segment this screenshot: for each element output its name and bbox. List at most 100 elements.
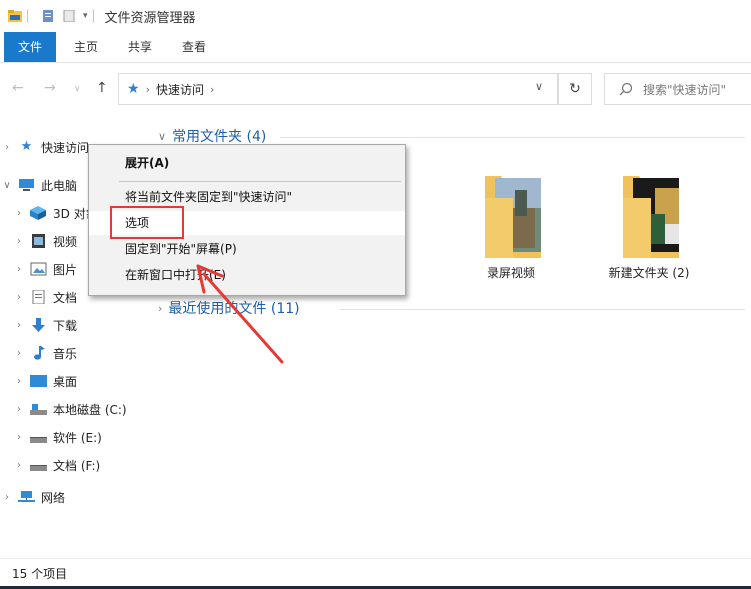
- drive-icon: [30, 465, 47, 471]
- chevron-right-icon[interactable]: ›: [12, 320, 26, 331]
- chevron-right-icon[interactable]: ›: [12, 376, 26, 387]
- sidebar-item-music[interactable]: › 音乐: [12, 340, 77, 366]
- pictures-icon: [30, 262, 47, 276]
- title-separator: [27, 9, 28, 23]
- sidebar-item-3d-objects[interactable]: › 3D 对象: [12, 200, 98, 226]
- ribbon-tabs: 文件 主页 共享 查看: [0, 32, 751, 63]
- title-bar: ▾ 文件资源管理器: [0, 0, 751, 32]
- breadcrumb-chevron-icon[interactable]: ›: [146, 83, 150, 96]
- chevron-right-icon[interactable]: ›: [158, 302, 162, 315]
- folder-with-preview-icon: [623, 176, 679, 258]
- sidebar-item-pictures[interactable]: › 图片: [12, 256, 77, 282]
- sidebar-item-label: 文档: [53, 290, 78, 305]
- chevron-right-icon[interactable]: ›: [12, 208, 26, 219]
- folder-app-icon: [8, 10, 22, 22]
- sidebar-item-label: 桌面: [53, 374, 78, 389]
- group-divider: [280, 137, 745, 138]
- address-bar[interactable]: ★ › 快速访问 › ∨: [118, 73, 558, 105]
- search-placeholder: 搜索"快速访问": [643, 82, 727, 97]
- folder-tile[interactable]: 新建文件夹 (2): [594, 168, 704, 281]
- sidebar-item-videos[interactable]: › 视频: [12, 228, 77, 254]
- highlight-box: [110, 206, 184, 239]
- network-icon: [18, 491, 35, 502]
- menu-item-expand[interactable]: 展开(A): [89, 151, 405, 175]
- back-arrow-icon[interactable]: ←: [12, 80, 24, 96]
- folder-label: 录屏视频: [486, 266, 535, 280]
- search-icon: [619, 82, 633, 96]
- menu-separator: [119, 181, 401, 182]
- title-separator: [92, 9, 94, 23]
- sidebar-item-desktop[interactable]: › 桌面: [12, 368, 77, 394]
- documents-icon: [32, 290, 45, 304]
- sidebar-item-network[interactable]: › 网络: [0, 484, 65, 510]
- tab-file[interactable]: 文件: [4, 32, 57, 62]
- group-header-frequent-folders[interactable]: ∨ 常用文件夹 (4): [158, 126, 266, 146]
- star-icon: ★: [20, 139, 33, 154]
- chevron-down-icon[interactable]: ∨: [0, 180, 14, 191]
- folder-label: 新建文件夹 (2): [608, 266, 690, 280]
- sidebar-item-drive-c[interactable]: › 本地磁盘 (C:): [12, 396, 127, 422]
- sidebar-item-quick-access[interactable]: › ★ 快速访问: [0, 134, 89, 160]
- chevron-right-icon[interactable]: ›: [0, 142, 14, 153]
- chevron-right-icon[interactable]: ›: [12, 432, 26, 443]
- tab-view[interactable]: 查看: [170, 32, 218, 62]
- drive-icon: [30, 404, 47, 415]
- sidebar-item-label: 视频: [53, 234, 78, 249]
- sidebar-item-label: 软件 (E:): [53, 430, 102, 445]
- sidebar-item-label: 快速访问: [41, 140, 90, 155]
- sidebar-item-documents[interactable]: › 文档: [12, 284, 77, 310]
- status-bar: 15 个项目: [0, 558, 751, 589]
- sidebar-item-label: 本地磁盘 (C:): [53, 402, 127, 417]
- chevron-right-icon[interactable]: ›: [0, 492, 14, 503]
- sidebar-item-label: 图片: [53, 262, 78, 277]
- item-count: 15 个项目: [12, 567, 68, 581]
- group-title: 最近使用的文件 (11): [168, 301, 300, 317]
- sidebar-item-label: 网络: [41, 490, 66, 505]
- group-divider: [340, 309, 745, 310]
- sidebar-item-label: 此电脑: [41, 178, 78, 193]
- address-row: ← → ∨ ↑ ★ › 快速访问 › ∨ ↻ 搜索"快速访问": [0, 70, 751, 106]
- up-arrow-icon[interactable]: ↑: [96, 80, 108, 96]
- chevron-right-icon[interactable]: ›: [12, 348, 26, 359]
- forward-arrow-icon[interactable]: →: [44, 80, 56, 96]
- sidebar-item-downloads[interactable]: › 下载: [12, 312, 77, 338]
- menu-item-pin-to-start[interactable]: 固定到"开始"屏幕(P): [89, 237, 405, 261]
- window-title: 文件资源管理器: [104, 10, 196, 26]
- properties-icon[interactable]: [41, 10, 55, 22]
- sidebar-item-label: 音乐: [53, 346, 78, 361]
- group-title: 常用文件夹 (4): [172, 129, 267, 145]
- desktop-icon: [30, 375, 47, 387]
- sidebar-item-label: 文档 (F:): [53, 458, 101, 473]
- chevron-right-icon[interactable]: ›: [12, 404, 26, 415]
- tab-share[interactable]: 共享: [116, 32, 164, 62]
- breadcrumb-quick-access[interactable]: 快速访问: [156, 81, 204, 98]
- music-icon: [34, 346, 45, 360]
- refresh-icon[interactable]: ↻: [558, 73, 592, 105]
- chevron-right-icon[interactable]: ›: [12, 236, 26, 247]
- chevron-down-icon[interactable]: ∨: [158, 130, 166, 143]
- folder-tile[interactable]: 录屏视频: [456, 168, 566, 281]
- video-icon: [32, 234, 45, 248]
- new-folder-icon[interactable]: [63, 10, 77, 22]
- search-input[interactable]: 搜索"快速访问": [604, 73, 751, 105]
- folder-with-preview-icon: [485, 176, 541, 258]
- breadcrumb-chevron-icon[interactable]: ›: [210, 83, 214, 96]
- recent-locations-chevron-icon[interactable]: ∨: [74, 84, 81, 94]
- quick-access-toolbar-dropdown-icon[interactable]: ▾: [83, 11, 88, 21]
- chevron-right-icon[interactable]: ›: [12, 460, 26, 471]
- computer-icon: [19, 179, 34, 191]
- download-icon: [32, 318, 45, 332]
- sidebar-item-label: 下载: [53, 318, 78, 333]
- menu-item-open-in-new-window[interactable]: 在新窗口中打开(E): [89, 263, 405, 287]
- sidebar-item-drive-f[interactable]: › 文档 (F:): [12, 452, 100, 478]
- sidebar-item-drive-e[interactable]: › 软件 (E:): [12, 424, 102, 450]
- group-header-recent-files[interactable]: › 最近使用的文件 (11): [158, 298, 300, 318]
- sidebar-item-this-pc[interactable]: ∨ 此电脑: [0, 172, 77, 198]
- chevron-right-icon[interactable]: ›: [12, 292, 26, 303]
- chevron-down-icon[interactable]: ∨: [535, 80, 543, 93]
- star-icon: ★: [127, 81, 140, 97]
- drive-icon: [30, 437, 47, 443]
- 3d-objects-icon: [30, 206, 46, 220]
- tab-home[interactable]: 主页: [62, 32, 110, 62]
- chevron-right-icon[interactable]: ›: [12, 264, 26, 275]
